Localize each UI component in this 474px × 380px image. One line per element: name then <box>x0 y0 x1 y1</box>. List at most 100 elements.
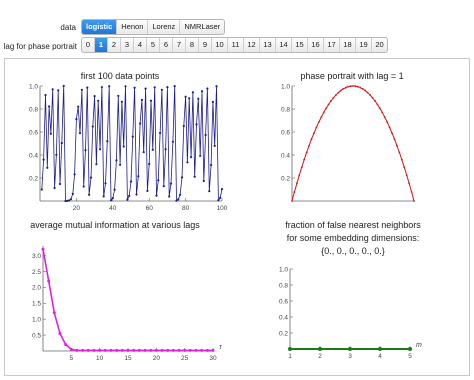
series-point <box>73 173 76 176</box>
plots-canvas: first 100 data points phase portrait wit… <box>29 71 422 362</box>
phase-point <box>410 191 413 193</box>
series-point <box>46 166 49 169</box>
series-point <box>48 105 51 108</box>
lag-option-0[interactable]: 0 <box>82 38 95 52</box>
series-point <box>122 145 125 148</box>
lag-option-14[interactable]: 14 <box>276 38 292 52</box>
series-point <box>119 163 122 166</box>
mutual-point <box>188 348 192 352</box>
lag-option-1[interactable]: 1 <box>95 38 108 52</box>
lag-option-8[interactable]: 8 <box>186 38 199 52</box>
series-point <box>55 153 58 156</box>
lag-option-16[interactable]: 16 <box>308 38 324 52</box>
lag-option-2[interactable]: 2 <box>108 38 121 52</box>
phase-point <box>396 144 398 147</box>
series-point <box>148 162 151 166</box>
series-point <box>197 97 200 100</box>
lag-option-6[interactable]: 6 <box>160 38 173 52</box>
lag-option-11[interactable]: 11 <box>228 38 244 52</box>
lag-option-3[interactable]: 3 <box>121 38 134 52</box>
lag-option-19[interactable]: 19 <box>356 38 372 52</box>
series-x-tick-label: 100 <box>217 205 228 212</box>
fnn-x-tick-label: 4 <box>378 353 382 360</box>
phase-point <box>413 200 415 202</box>
mutual-y-tick-label: 2.5 <box>32 269 41 276</box>
lag-option-4[interactable]: 4 <box>134 38 147 52</box>
series-point <box>75 118 78 121</box>
lag-option-10[interactable]: 10 <box>212 38 228 52</box>
series-point <box>142 151 145 154</box>
lag-option-18[interactable]: 18 <box>340 38 356 52</box>
phase-point <box>378 107 381 110</box>
series-y-tick-label: 0.6 <box>29 129 38 136</box>
fnn-point <box>318 347 322 351</box>
phase-point <box>303 158 306 161</box>
fnn-plot-title-2: for some embedding dimensions: <box>287 233 420 243</box>
series-point <box>99 148 102 151</box>
phase-point <box>330 100 332 102</box>
data-option-nmrlaser[interactable]: NMRLaser <box>180 20 224 34</box>
series-point <box>175 199 178 202</box>
data-option-logistic[interactable]: logistic <box>82 20 118 34</box>
series-point <box>88 193 91 196</box>
phase-point <box>381 111 384 114</box>
data-selector[interactable]: logistic Henon Lorenz NMRLaser <box>81 19 226 35</box>
phase-point <box>313 132 315 134</box>
data-option-henon[interactable]: Henon <box>117 20 149 34</box>
series-point <box>193 175 196 178</box>
lag-option-13[interactable]: 13 <box>260 38 276 52</box>
series-point <box>129 180 133 183</box>
fnn-y-tick-label: 0.6 <box>279 298 288 305</box>
series-point <box>199 154 202 157</box>
series-x-tick-label: 20 <box>73 205 81 212</box>
lag-option-20[interactable]: 20 <box>372 38 387 52</box>
series-point <box>106 140 109 143</box>
lag-selector[interactable]: 0 1 2 3 4 5 6 7 8 9 10 11 12 13 14 15 16 17 18 19 20 <box>81 37 388 53</box>
series-point <box>44 93 47 97</box>
phase-point <box>344 86 347 89</box>
lag-option-5[interactable]: 5 <box>147 38 160 52</box>
phase-curve <box>291 85 415 202</box>
series-point <box>68 199 71 202</box>
series-point <box>159 131 162 135</box>
fnn-x-tick-label: 1 <box>288 353 292 360</box>
series-point <box>71 192 74 195</box>
lag-option-9[interactable]: 9 <box>199 38 212 52</box>
mutual-point <box>103 348 107 352</box>
series-point <box>160 88 163 91</box>
lag-option-17[interactable]: 17 <box>324 38 340 52</box>
series-point <box>102 195 105 198</box>
phase-y-tick-label: 1.0 <box>281 83 290 90</box>
series-point <box>82 185 85 188</box>
series-point <box>153 86 156 89</box>
data-option-lorenz[interactable]: Lorenz <box>148 20 181 34</box>
mutual-y-tick-label: 0.5 <box>32 332 41 339</box>
series-point <box>186 161 189 164</box>
fnn-point <box>288 347 292 351</box>
phase-point <box>325 107 328 110</box>
fnn-point <box>408 347 412 351</box>
mutual-x-axis-label: τ <box>219 344 222 351</box>
mutual-y-tick-label: 1.0 <box>32 316 41 323</box>
lag-option-15[interactable]: 15 <box>292 38 308 52</box>
phase-point <box>359 86 362 89</box>
lag-option-12[interactable]: 12 <box>244 38 260 52</box>
lag-option-7[interactable]: 7 <box>173 38 186 52</box>
mutual-point <box>47 279 51 283</box>
phase-point <box>361 88 364 90</box>
series-point <box>57 89 60 92</box>
series-point <box>137 175 140 178</box>
phase-y-tick-label: 0.2 <box>281 175 290 182</box>
mutual-point <box>205 348 209 352</box>
fnn-plot: 1 2 3 4 5 0.2 0.4 0.6 0.8 1.0 m <box>279 266 422 360</box>
series-point <box>151 148 154 151</box>
mutual-x-tick-label: 15 <box>124 355 132 362</box>
mutual-plot: 5 10 15 20 25 30 0.5 1.0 1.5 2.0 2.5 3.0 τ <box>32 246 222 362</box>
series-point <box>49 132 53 135</box>
series-point <box>171 140 174 143</box>
phase-point <box>291 200 293 202</box>
series-point <box>164 148 167 151</box>
phase-point <box>383 116 386 118</box>
series-point <box>104 182 107 185</box>
mutual-point <box>171 348 175 352</box>
